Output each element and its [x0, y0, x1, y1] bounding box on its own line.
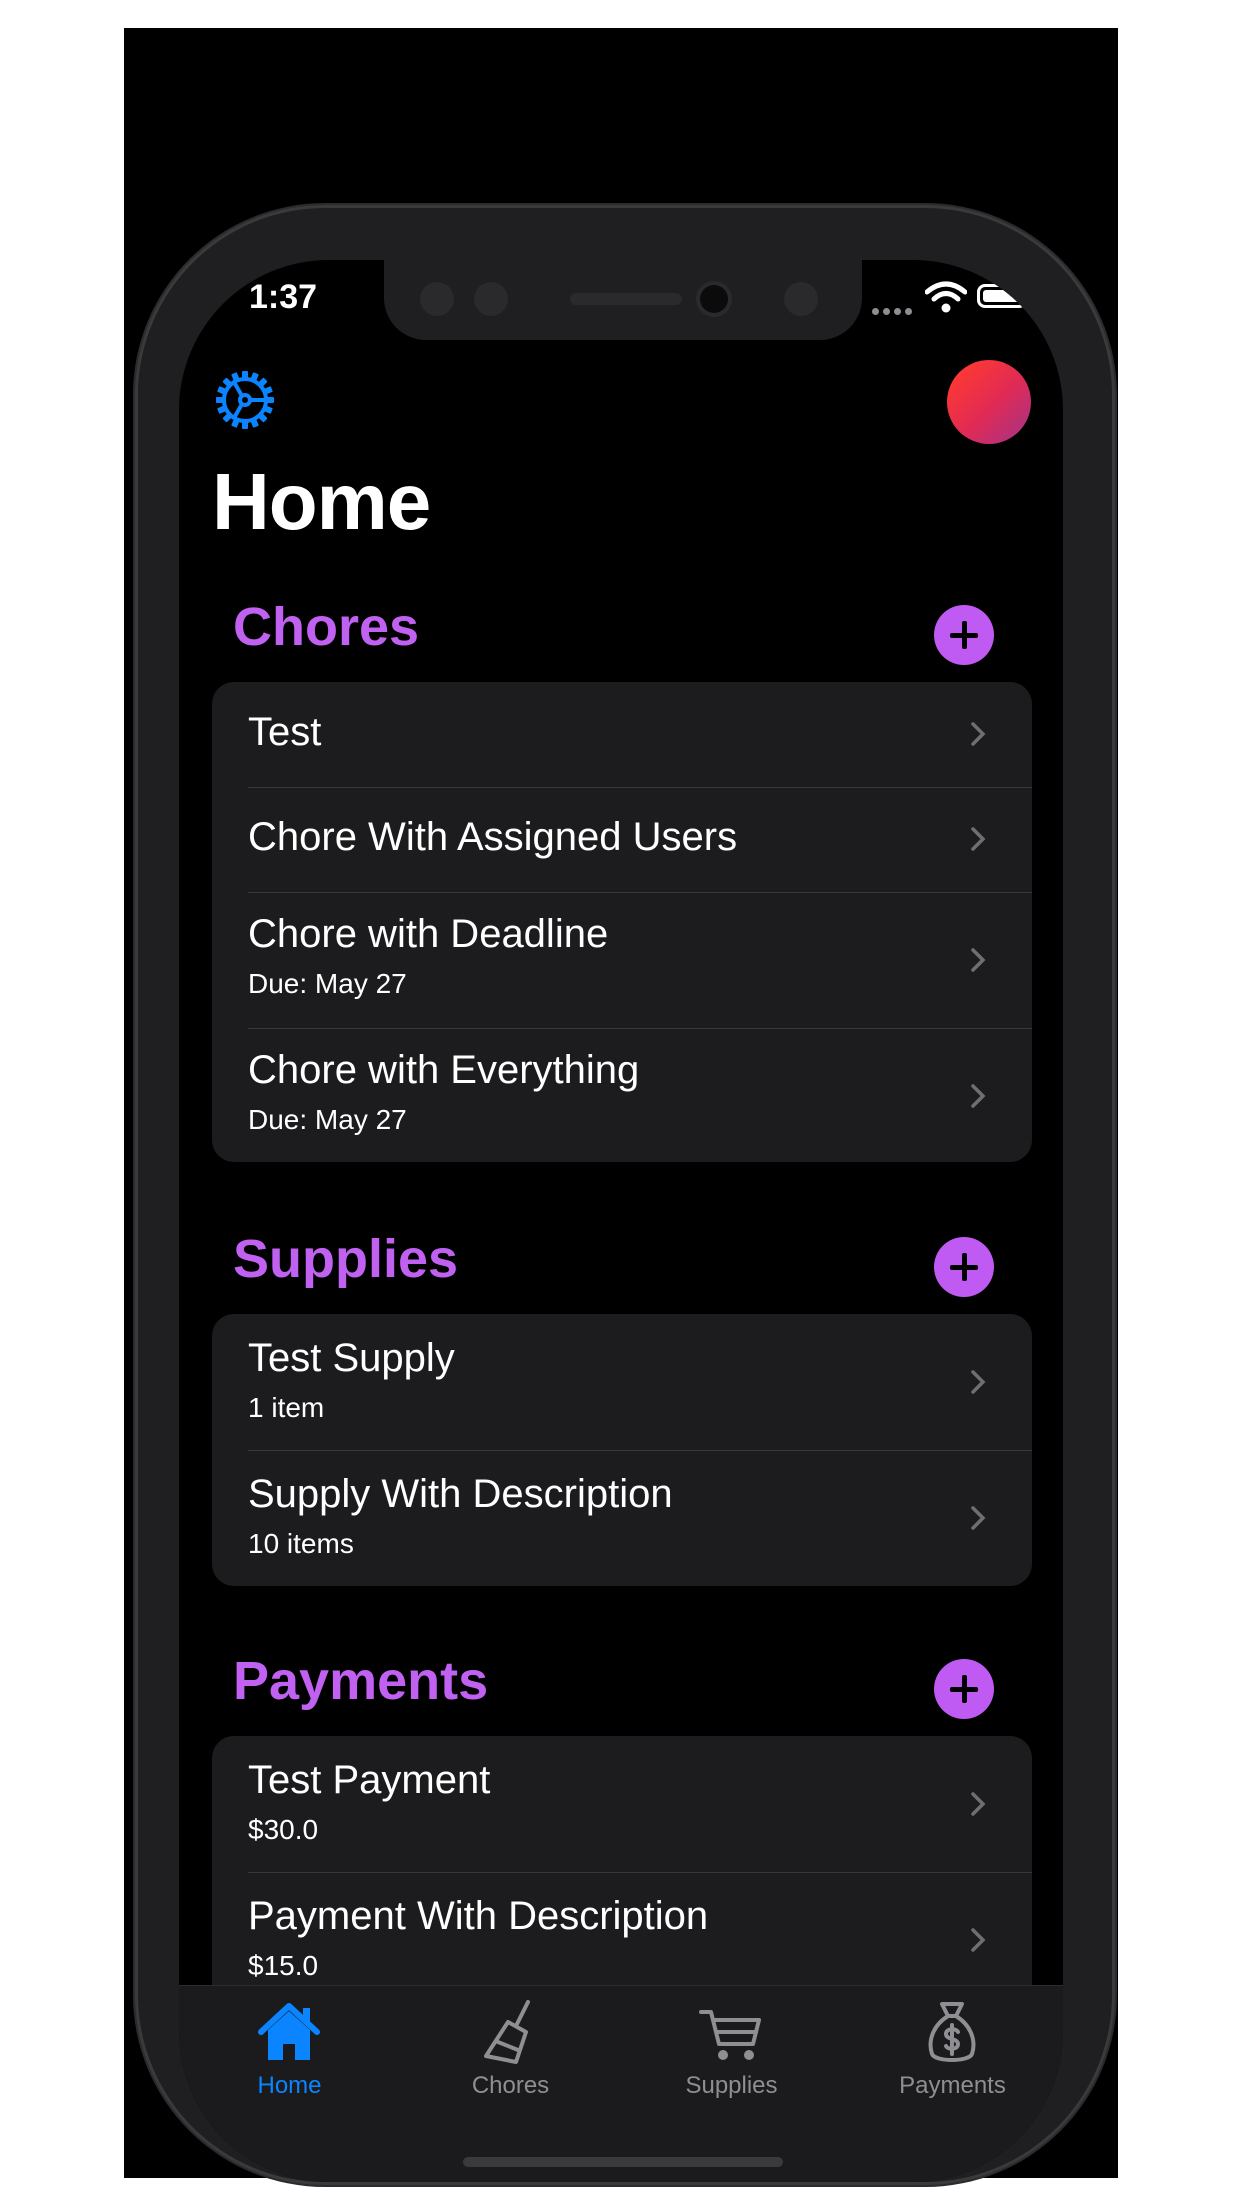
- payment-amount: $30.0: [248, 1814, 319, 1845]
- tab-label: Chores: [471, 2072, 550, 2099]
- supply-row[interactable]: Test Supply 1 item: [212, 1314, 1032, 1450]
- supplies-section-title: Supplies: [233, 1229, 459, 1289]
- chevron-right-icon: [971, 948, 986, 972]
- supply-title: Test Supply: [248, 1336, 455, 1380]
- page-title: Home: [212, 457, 431, 546]
- chevron-right-icon: [971, 1792, 986, 1816]
- payment-amount: $15.0: [248, 1950, 319, 1981]
- add-supply-button[interactable]: [934, 1237, 994, 1297]
- tab-supplies[interactable]: Supplies: [621, 1986, 842, 2116]
- chevron-right-icon: [971, 1084, 986, 1108]
- cart-icon: [699, 2010, 761, 2060]
- battery-icon: [977, 284, 1032, 308]
- add-chore-button[interactable]: [934, 605, 994, 665]
- chore-due-date: Due: May 27: [248, 1104, 407, 1135]
- payment-title: Payment With Description: [248, 1894, 709, 1938]
- tab-label: Supplies: [685, 2072, 778, 2099]
- chevron-right-icon: [971, 1506, 986, 1530]
- chores-section-title: Chores: [233, 597, 420, 657]
- chores-list: Test Chore With Assigned Users Chore wit…: [212, 682, 1032, 1162]
- cellular-signal-icon: [872, 305, 916, 315]
- phone-screen: 1:37 Home Chores Test Chore With Assigne…: [179, 260, 1063, 2182]
- chevron-right-icon: [971, 1928, 986, 1952]
- money-bag-icon: [928, 2002, 976, 2062]
- chore-due-date: Due: May 27: [248, 968, 407, 999]
- broom-icon: [484, 2000, 530, 2064]
- supply-count: 1 item: [248, 1392, 325, 1423]
- gear-icon[interactable]: [213, 368, 277, 432]
- chore-title: Chore with Everything: [248, 1048, 640, 1092]
- chore-title: Chore With Assigned Users: [248, 815, 738, 859]
- wifi-icon: [925, 281, 967, 313]
- supply-count: 10 items: [248, 1528, 354, 1559]
- chore-row[interactable]: Chore With Assigned Users: [212, 787, 1032, 892]
- tab-label: Payments: [899, 2072, 1006, 2099]
- supply-row[interactable]: Supply With Description 10 items: [212, 1450, 1032, 1586]
- chore-title: Test: [248, 710, 322, 754]
- notch: [384, 260, 862, 340]
- tab-bar: Home Chores Supplies Payments: [179, 1985, 1063, 2182]
- payments-section-title: Payments: [233, 1651, 489, 1711]
- tab-payments[interactable]: Payments: [842, 1986, 1063, 2116]
- chevron-right-icon: [971, 827, 986, 851]
- chore-title: Chore with Deadline: [248, 912, 609, 956]
- tab-chores[interactable]: Chores: [400, 1986, 621, 2116]
- status-time: 1:37: [249, 278, 318, 316]
- chevron-right-icon: [971, 722, 986, 746]
- avatar[interactable]: [947, 360, 1031, 444]
- supplies-list: Test Supply 1 item Supply With Descripti…: [212, 1314, 1032, 1586]
- chore-row[interactable]: Chore with Everything Due: May 27: [212, 1028, 1032, 1162]
- tab-label: Home: [257, 2072, 322, 2099]
- house-icon: [258, 2003, 320, 2060]
- payment-row[interactable]: Test Payment $30.0: [212, 1736, 1032, 1872]
- supply-title: Supply With Description: [248, 1472, 673, 1516]
- tab-home[interactable]: Home: [179, 1986, 400, 2116]
- add-payment-button[interactable]: [934, 1659, 994, 1719]
- chore-row[interactable]: Test: [212, 682, 1032, 787]
- home-indicator[interactable]: [463, 2157, 783, 2167]
- payment-title: Test Payment: [248, 1758, 491, 1802]
- chore-row[interactable]: Chore with Deadline Due: May 27: [212, 892, 1032, 1028]
- chevron-right-icon: [971, 1370, 986, 1394]
